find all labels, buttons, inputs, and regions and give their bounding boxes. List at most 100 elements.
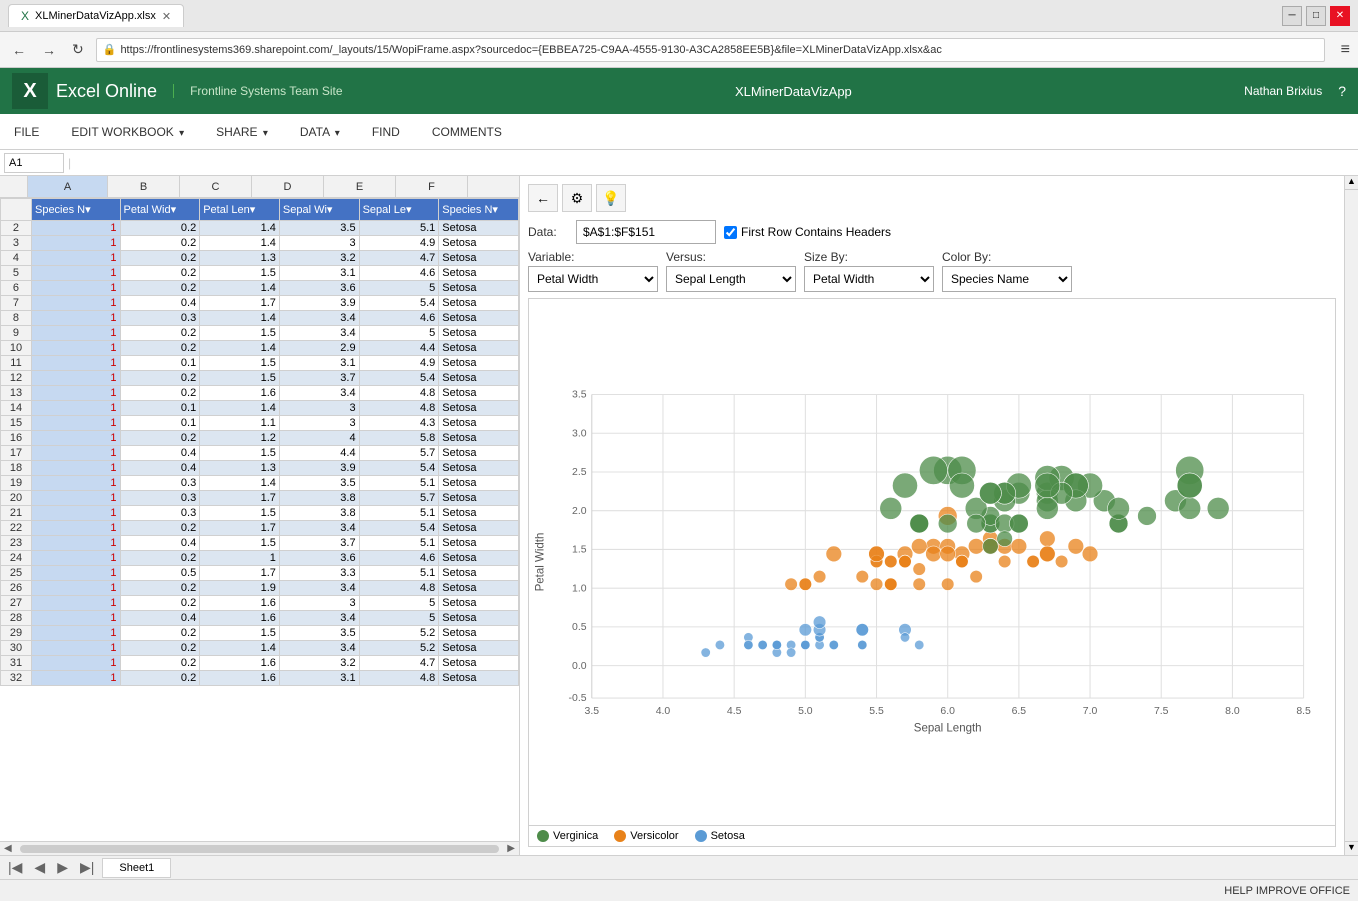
help-improve-text[interactable]: HELP IMPROVE OFFICE	[1224, 885, 1350, 897]
table-row[interactable]: 1010.21.42.94.4Setosa	[1, 341, 519, 356]
cell-species-name: Setosa	[439, 221, 519, 236]
table-row[interactable]: 1810.41.33.95.4Setosa	[1, 461, 519, 476]
ribbon-comments[interactable]: COMMENTS	[426, 121, 508, 143]
excel-logo: X	[12, 73, 48, 109]
table-row[interactable]: 2110.31.53.85.1Setosa	[1, 506, 519, 521]
cell-rownum: 15	[1, 416, 32, 431]
table-row[interactable]: 210.21.43.55.1Setosa	[1, 221, 519, 236]
ribbon-file[interactable]: FILE	[8, 121, 45, 143]
th-petal-len[interactable]: Petal Len▾	[200, 199, 280, 221]
chart-back-btn[interactable]: ←	[528, 184, 558, 212]
excel-user[interactable]: Nathan Brixius	[1244, 84, 1322, 98]
minimize-btn[interactable]: ─	[1282, 6, 1302, 26]
table-row[interactable]: 1310.21.63.44.8Setosa	[1, 386, 519, 401]
th-sepal-width[interactable]: Sepal Wi▾	[279, 199, 359, 221]
first-row-checkbox[interactable]	[724, 226, 737, 239]
table-row[interactable]: 1610.21.245.8Setosa	[1, 431, 519, 446]
scroll-track[interactable]	[20, 845, 500, 853]
tab-last-btn[interactable]: ▶|	[76, 859, 98, 876]
table-row[interactable]: 2710.21.635Setosa	[1, 596, 519, 611]
th-petal-width[interactable]: Petal Wid▾	[120, 199, 200, 221]
chart-settings-btn[interactable]: ⚙	[562, 184, 592, 212]
table-row[interactable]: 1110.11.53.14.9Setosa	[1, 356, 519, 371]
th-species-num[interactable]: Species N▾	[31, 199, 120, 221]
table-row[interactable]: 3110.21.63.24.7Setosa	[1, 656, 519, 671]
cell-rownum: 30	[1, 641, 32, 656]
scroll-left-btn[interactable]: ◀	[0, 843, 16, 854]
table-row[interactable]: 3010.21.43.45.2Setosa	[1, 641, 519, 656]
chart-insight-btn[interactable]: 💡	[596, 184, 626, 212]
cell-data: 0.3	[120, 506, 200, 521]
table-row[interactable]: 1410.11.434.8Setosa	[1, 401, 519, 416]
table-row[interactable]: 610.21.43.65Setosa	[1, 281, 519, 296]
table-row[interactable]: 1910.31.43.55.1Setosa	[1, 476, 519, 491]
cell-species-num: 1	[31, 356, 120, 371]
th-species-name[interactable]: Species N▾	[439, 199, 519, 221]
cell-species-num: 1	[31, 671, 120, 686]
close-btn[interactable]: ✕	[1330, 6, 1350, 26]
th-sepal-len[interactable]: Sepal Le▾	[359, 199, 439, 221]
table-row[interactable]: 410.21.33.24.7Setosa	[1, 251, 519, 266]
table-row[interactable]: 1210.21.53.75.4Setosa	[1, 371, 519, 386]
cell-species-name: Setosa	[439, 461, 519, 476]
col-header-d: D	[252, 176, 324, 197]
address-box[interactable]: 🔒 https://frontlinesystems369.sharepoint…	[96, 38, 1325, 62]
table-row[interactable]: 2810.41.63.45Setosa	[1, 611, 519, 626]
tab-first-btn[interactable]: |◀	[4, 859, 26, 876]
url-text: https://frontlinesystems369.sharepoint.c…	[120, 44, 941, 56]
data-range-input[interactable]	[576, 220, 716, 244]
cell-species-num: 1	[31, 506, 120, 521]
back-btn[interactable]: ←	[8, 38, 30, 62]
cell-rownum: 4	[1, 251, 32, 266]
cell-rownum: 25	[1, 566, 32, 581]
scroll-down-btn[interactable]: ▼	[1345, 841, 1358, 855]
excel-help-btn[interactable]: ?	[1338, 83, 1346, 99]
name-box[interactable]	[4, 153, 64, 173]
cell-data: 3.5	[279, 476, 359, 491]
ribbon-find[interactable]: FIND	[366, 121, 406, 143]
browser-menu-icon[interactable]: ≡	[1341, 41, 1350, 59]
tab-prev-btn[interactable]: ◀	[30, 859, 49, 876]
cell-species-name: Setosa	[439, 281, 519, 296]
versus-select[interactable]: Sepal Length	[666, 266, 796, 292]
table-row[interactable]: 2210.21.73.45.4Setosa	[1, 521, 519, 536]
cell-data: 3.8	[279, 491, 359, 506]
browser-tab[interactable]: X XLMinerDataVizApp.xlsx ✕	[8, 4, 184, 27]
cell-data: 4.8	[359, 401, 439, 416]
table-row[interactable]: 310.21.434.9Setosa	[1, 236, 519, 251]
table-row[interactable]: 3210.21.63.14.8Setosa	[1, 671, 519, 686]
table-row[interactable]: 2010.31.73.85.7Setosa	[1, 491, 519, 506]
colorby-select[interactable]: Species Name	[942, 266, 1072, 292]
scroll-right-btn[interactable]: ▶	[503, 843, 519, 854]
table-row[interactable]: 2610.21.93.44.8Setosa	[1, 581, 519, 596]
cell-species-name: Setosa	[439, 356, 519, 371]
forward-btn[interactable]: →	[38, 38, 60, 62]
tab-next-btn[interactable]: ▶	[53, 859, 72, 876]
sheet1-tab[interactable]: Sheet1	[102, 858, 171, 878]
table-row[interactable]: 910.21.53.45Setosa	[1, 326, 519, 341]
refresh-btn[interactable]: ↻	[68, 37, 88, 62]
horizontal-scrollbar[interactable]: ◀ ▶	[0, 841, 519, 855]
restore-btn[interactable]: □	[1306, 6, 1326, 26]
tab-close-btn[interactable]: ✕	[162, 10, 171, 23]
table-row[interactable]: 510.21.53.14.6Setosa	[1, 266, 519, 281]
table-row[interactable]: 2510.51.73.35.1Setosa	[1, 566, 519, 581]
table-row[interactable]: 2410.213.64.6Setosa	[1, 551, 519, 566]
table-row[interactable]: 1510.11.134.3Setosa	[1, 416, 519, 431]
vertical-scrollbar[interactable]: ▲ ▼	[1344, 176, 1358, 855]
ribbon-share[interactable]: SHARE ▾	[210, 121, 274, 143]
variable-select[interactable]: Petal Width	[528, 266, 658, 292]
table-row[interactable]: 2310.41.53.75.1Setosa	[1, 536, 519, 551]
table-row[interactable]: 810.31.43.44.6Setosa	[1, 311, 519, 326]
first-row-label[interactable]: First Row Contains Headers	[724, 225, 891, 239]
table-row[interactable]: 710.41.73.95.4Setosa	[1, 296, 519, 311]
table-row[interactable]: 1710.41.54.45.7Setosa	[1, 446, 519, 461]
ribbon-edit-workbook[interactable]: EDIT WORKBOOK ▾	[65, 121, 190, 143]
ribbon-data[interactable]: DATA ▾	[294, 121, 346, 143]
scroll-track-v[interactable]	[1345, 190, 1358, 841]
scroll-up-btn[interactable]: ▲	[1345, 176, 1358, 190]
sizeby-select[interactable]: Petal Width	[804, 266, 934, 292]
table-row[interactable]: 2910.21.53.55.2Setosa	[1, 626, 519, 641]
cell-species-name: Setosa	[439, 536, 519, 551]
cell-data: 3.1	[279, 266, 359, 281]
